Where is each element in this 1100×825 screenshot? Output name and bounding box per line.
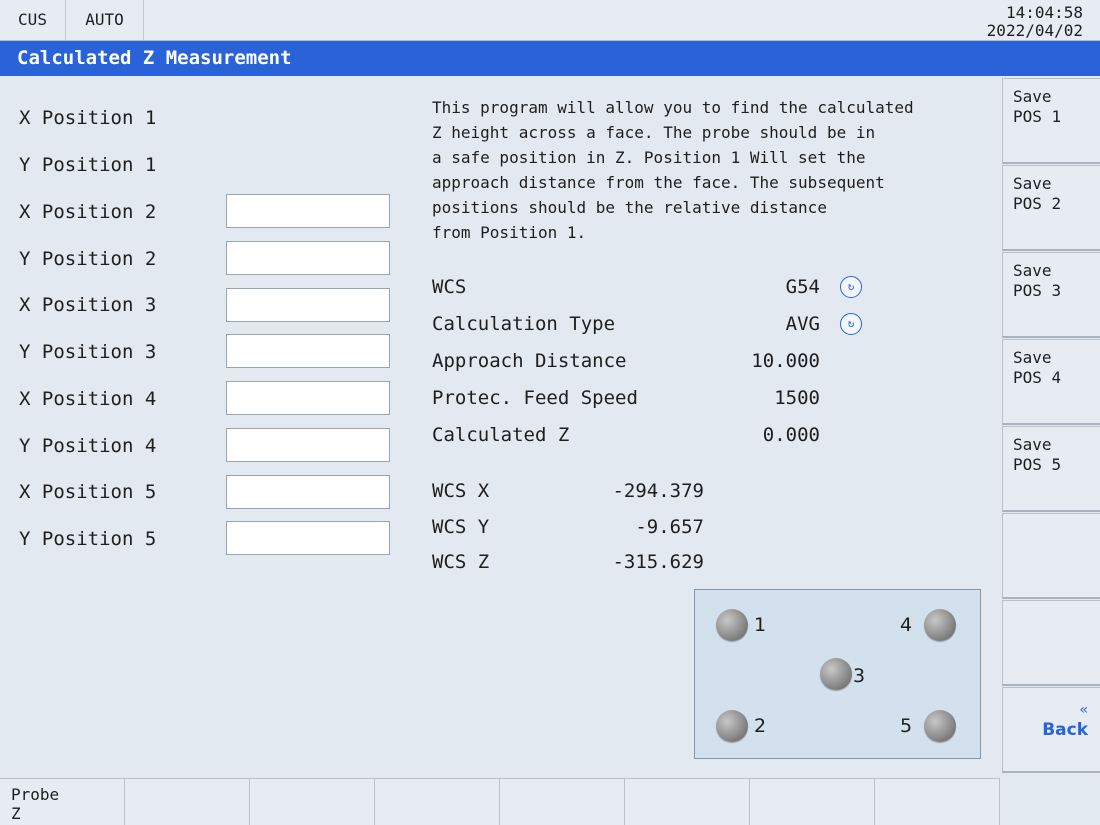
probe-point-4-icon (924, 609, 956, 641)
y-position-5-label: Y Position 5 (19, 528, 157, 550)
softkey-6[interactable] (625, 778, 750, 825)
y-position-2-input[interactable] (226, 241, 390, 275)
probe-point-1-label: 1 (754, 614, 767, 636)
back-button[interactable]: « Back (1002, 687, 1100, 773)
x-position-5-input[interactable] (226, 475, 390, 509)
probe-z-line2: Z (11, 804, 21, 823)
mode-tab-auto[interactable]: AUTO (66, 0, 144, 40)
calculation-type-value[interactable]: AVG (786, 312, 820, 336)
softkey-7[interactable] (750, 778, 875, 825)
wcs-z-label: WCS Z (432, 551, 490, 573)
wcs-y-label: WCS Y (432, 516, 490, 538)
wcs-x-value: -294.379 (612, 480, 704, 502)
probe-point-3-icon (820, 658, 852, 690)
mode-tab-cus[interactable]: CUS (0, 0, 66, 40)
x-position-3-input[interactable] (226, 288, 390, 322)
side-blank-button-2[interactable] (1002, 600, 1100, 686)
softkey-3[interactable] (250, 778, 375, 825)
save-pos-3-line2: POS 3 (1013, 281, 1062, 300)
top-bar: CUS AUTO 14:04:58 2022/04/02 (0, 0, 1100, 41)
clock: 14:04:58 2022/04/02 (987, 4, 1083, 40)
wcs-label: WCS (432, 276, 467, 298)
save-pos-3-button[interactable]: Save POS 3 (1002, 252, 1100, 338)
x-position-4-label: X Position 4 (19, 388, 157, 410)
x-position-2-input[interactable] (226, 194, 390, 228)
x-position-4-input[interactable] (226, 381, 390, 415)
program-description: This program will allow you to find the … (432, 98, 914, 242)
save-pos-4-button[interactable]: Save POS 4 (1002, 339, 1100, 425)
page-title: Calculated Z Measurement (0, 41, 1100, 76)
wcs-cycle-icon[interactable]: ↻ (840, 276, 862, 298)
probe-point-2-icon (716, 710, 748, 742)
probe-point-5-label: 5 (900, 715, 913, 737)
back-chevron-icon: « (1079, 702, 1088, 718)
save-pos-5-line2: POS 5 (1013, 455, 1062, 474)
probe-point-5-icon (924, 710, 956, 742)
back-button-label: Back (1042, 720, 1088, 740)
probe-z-button[interactable]: Probe Z (0, 778, 125, 825)
save-pos-5-line1: Save (1013, 435, 1052, 454)
save-pos-4-line1: Save (1013, 348, 1052, 367)
save-pos-2-line2: POS 2 (1013, 194, 1062, 213)
save-pos-5-button[interactable]: Save POS 5 (1002, 426, 1100, 512)
probe-points-diagram: 1 2 3 4 5 (694, 589, 981, 759)
calculated-z-label: Calculated Z (432, 424, 570, 446)
approach-distance-value[interactable]: 10.000 (751, 349, 820, 373)
y-position-4-input[interactable] (226, 428, 390, 462)
save-pos-3-line1: Save (1013, 261, 1052, 280)
wcs-y-value: -9.657 (635, 516, 704, 538)
softkey-8[interactable] (875, 778, 1000, 825)
side-blank-button-1[interactable] (1002, 513, 1100, 599)
save-pos-4-line2: POS 4 (1013, 368, 1062, 387)
calculation-type-cycle-icon[interactable]: ↻ (840, 313, 862, 335)
x-position-2-label: X Position 2 (19, 201, 157, 223)
save-pos-2-line1: Save (1013, 174, 1052, 193)
probe-point-2-label: 2 (754, 715, 767, 737)
softkey-2[interactable] (125, 778, 250, 825)
y-position-2-label: Y Position 2 (19, 248, 157, 270)
calculated-z-value: 0.000 (762, 424, 820, 446)
feed-speed-label: Protec. Feed Speed (432, 387, 638, 409)
x-position-5-label: X Position 5 (19, 481, 157, 503)
calculation-type-label: Calculation Type (432, 313, 616, 335)
x-position-1-label: X Position 1 (19, 107, 157, 129)
y-position-1-label: Y Position 1 (19, 154, 157, 176)
wcs-value[interactable]: G54 (786, 275, 820, 299)
feed-speed-value[interactable]: 1500 (774, 386, 820, 410)
approach-distance-label: Approach Distance (432, 350, 627, 372)
y-position-3-label: Y Position 3 (19, 341, 157, 363)
save-pos-1-button[interactable]: Save POS 1 (1002, 78, 1100, 164)
save-pos-1-line1: Save (1013, 87, 1052, 106)
probe-point-3-label: 3 (853, 665, 866, 687)
probe-z-line1: Probe (11, 785, 60, 804)
x-position-3-label: X Position 3 (19, 294, 157, 316)
wcs-z-value: -315.629 (612, 551, 704, 573)
save-pos-1-line2: POS 1 (1013, 107, 1062, 126)
wcs-x-label: WCS X (432, 480, 490, 502)
softkey-5[interactable] (500, 778, 625, 825)
y-position-5-input[interactable] (226, 521, 390, 555)
probe-point-4-label: 4 (900, 614, 913, 636)
probe-point-1-icon (716, 609, 748, 641)
clock-time: 14:04:58 (1005, 3, 1083, 22)
y-position-4-label: Y Position 4 (19, 435, 157, 457)
clock-date: 2022/04/02 (986, 21, 1083, 40)
save-pos-2-button[interactable]: Save POS 2 (1002, 165, 1100, 251)
softkey-4[interactable] (375, 778, 500, 825)
bottom-softkey-bar: Probe Z (0, 778, 1100, 825)
y-position-3-input[interactable] (226, 334, 390, 368)
